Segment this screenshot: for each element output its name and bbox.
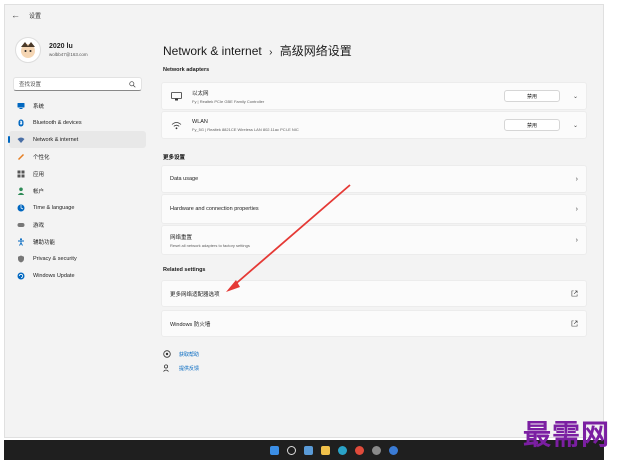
- chrome-icon[interactable]: [355, 445, 364, 455]
- sidebar-item-label: Network & internet: [33, 136, 79, 143]
- monitor-icon: [17, 102, 25, 110]
- profile-name: 2020 lu: [49, 43, 73, 50]
- section-network-adapters: Network adapters: [163, 67, 210, 73]
- breadcrumb-parent[interactable]: Network & internet: [163, 44, 262, 58]
- adapter-name: WLAN: [192, 118, 208, 125]
- sidebar-item-label: 应用: [33, 171, 45, 178]
- sidebar-item-system[interactable]: 系统: [9, 97, 146, 114]
- chevron-right-icon: ›: [575, 236, 578, 244]
- sidebar-item-label: 个性化: [33, 154, 50, 161]
- feedback-link[interactable]: 提供反馈: [163, 364, 199, 372]
- item-title: Hardware and connection properties: [170, 206, 259, 212]
- user-profile[interactable]: 2020 lu wolbb47@163.com: [5, 27, 150, 65]
- external-link-icon: [571, 320, 578, 327]
- bluetooth-icon: [17, 119, 25, 127]
- disable-button[interactable]: 禁用: [504, 119, 560, 131]
- section-related-settings: Related settings: [163, 267, 206, 273]
- network-reset-item[interactable]: 网络重置 Reset all network adapters to facto…: [161, 225, 587, 255]
- sidebar-item-label: 帐户: [33, 188, 45, 195]
- get-help-label: 获取帮助: [179, 351, 200, 358]
- sidebar-item-personalization[interactable]: 个性化: [9, 148, 146, 165]
- sidebar: 2020 lu wolbb47@163.com 查找设置 系统 Bluetoot…: [5, 27, 150, 437]
- brush-icon: [17, 153, 25, 161]
- sidebar-item-accounts[interactable]: 帐户: [9, 182, 146, 199]
- profile-email: wolbb47@163.com: [49, 52, 88, 57]
- feedback-icon: [163, 364, 171, 372]
- item-title: Data usage: [170, 176, 199, 182]
- edge-icon[interactable]: [338, 445, 347, 455]
- sidebar-nav: 系统 Bluetooth & devices Network & interne…: [5, 97, 150, 284]
- back-arrow-icon[interactable]: ←: [11, 10, 25, 20]
- adapter-description: Fy_5G | Realtek 8821CE Wireless LAN 802.…: [192, 126, 299, 132]
- sidebar-item-label: 游戏: [33, 222, 45, 229]
- sidebar-item-time-language[interactable]: Time & language: [9, 199, 146, 216]
- ethernet-icon: [170, 91, 182, 101]
- adapter-ethernet[interactable]: 以太网 Fy | Realtek PCIe GBE Family Control…: [161, 82, 587, 110]
- search-icon[interactable]: [287, 445, 296, 455]
- sidebar-item-label: 系统: [33, 103, 45, 110]
- sidebar-item-label: Windows Update: [33, 272, 75, 279]
- item-title: 更多网络适配器选项: [170, 291, 220, 298]
- sidebar-item-accessibility[interactable]: 辅助功能: [9, 233, 146, 250]
- task-view-icon[interactable]: [304, 445, 313, 455]
- wifi-icon: [170, 120, 182, 130]
- item-title: Windows 防火墙: [170, 321, 211, 328]
- title-bar: ← 设置: [5, 5, 603, 25]
- adapter-wlan[interactable]: WLAN Fy_5G | Realtek 8821CE Wireless LAN…: [161, 111, 587, 139]
- breadcrumb-separator: ›: [269, 47, 273, 58]
- app-icon[interactable]: [389, 445, 398, 455]
- adapter-name: 以太网: [192, 90, 209, 97]
- sidebar-item-apps[interactable]: 应用: [9, 165, 146, 182]
- taskbar-icons: [270, 445, 398, 455]
- sidebar-item-gaming[interactable]: 游戏: [9, 216, 146, 233]
- search-icon: [129, 80, 136, 88]
- avatar: [15, 37, 41, 63]
- sidebar-item-windows-update[interactable]: Windows Update: [9, 267, 146, 284]
- search-placeholder: 查找设置: [19, 82, 42, 88]
- accessibility-icon: [17, 237, 25, 246]
- sidebar-item-privacy[interactable]: Privacy & security: [9, 250, 146, 267]
- update-icon: [17, 272, 25, 280]
- section-more-settings: 更多设置: [163, 155, 186, 161]
- data-usage-item[interactable]: Data usage ›: [161, 165, 587, 193]
- help-icon: [163, 350, 171, 358]
- chevron-right-icon: ›: [575, 175, 578, 183]
- apps-icon: [17, 170, 25, 178]
- item-title: 网络重置: [170, 234, 193, 241]
- watermark: 最需网: [522, 418, 610, 451]
- more-adapter-options-item[interactable]: 更多网络适配器选项: [161, 280, 587, 307]
- windows-firewall-item[interactable]: Windows 防火墙: [161, 310, 587, 337]
- window-title: 设置: [29, 13, 42, 20]
- feedback-label: 提供反馈: [179, 365, 200, 372]
- settings-window: ← 设置 2020 lu wolbb47@163.com 查找设置 系统 Blu…: [4, 4, 604, 438]
- file-explorer-icon[interactable]: [321, 445, 330, 455]
- chevron-right-icon: ›: [575, 205, 578, 213]
- gamepad-icon: [17, 221, 25, 229]
- shield-icon: [17, 255, 25, 263]
- settings-gear-icon[interactable]: [372, 445, 381, 455]
- sidebar-item-label: Time & language: [33, 204, 75, 211]
- sidebar-item-label: Bluetooth & devices: [33, 119, 82, 126]
- sidebar-item-label: Privacy & security: [33, 255, 77, 262]
- wifi-icon: [17, 136, 25, 144]
- taskbar: [4, 440, 604, 460]
- page-title: Network & internet › 高级网络设置: [163, 42, 352, 59]
- sidebar-item-network[interactable]: Network & internet: [8, 131, 146, 148]
- chevron-down-icon[interactable]: ⌄: [573, 93, 578, 100]
- item-subtitle: Reset all network adapters to factory se…: [170, 242, 250, 248]
- chevron-down-icon[interactable]: ⌄: [573, 122, 578, 129]
- person-icon: [17, 187, 25, 195]
- sidebar-item-label: 辅助功能: [33, 239, 56, 246]
- adapter-description: Fy | Realtek PCIe GBE Family Controller: [192, 98, 265, 104]
- start-icon[interactable]: [270, 445, 279, 455]
- breadcrumb-current: 高级网络设置: [279, 44, 352, 58]
- hardware-properties-item[interactable]: Hardware and connection properties ›: [161, 194, 587, 224]
- globe-icon: [17, 204, 25, 212]
- main-content: Network & internet › 高级网络设置 Network adap…: [155, 27, 595, 437]
- get-help-link[interactable]: 获取帮助: [163, 350, 199, 358]
- external-link-icon: [571, 290, 578, 297]
- search-input[interactable]: 查找设置: [13, 77, 142, 91]
- sidebar-item-bluetooth[interactable]: Bluetooth & devices: [9, 114, 146, 131]
- disable-button[interactable]: 禁用: [504, 90, 560, 102]
